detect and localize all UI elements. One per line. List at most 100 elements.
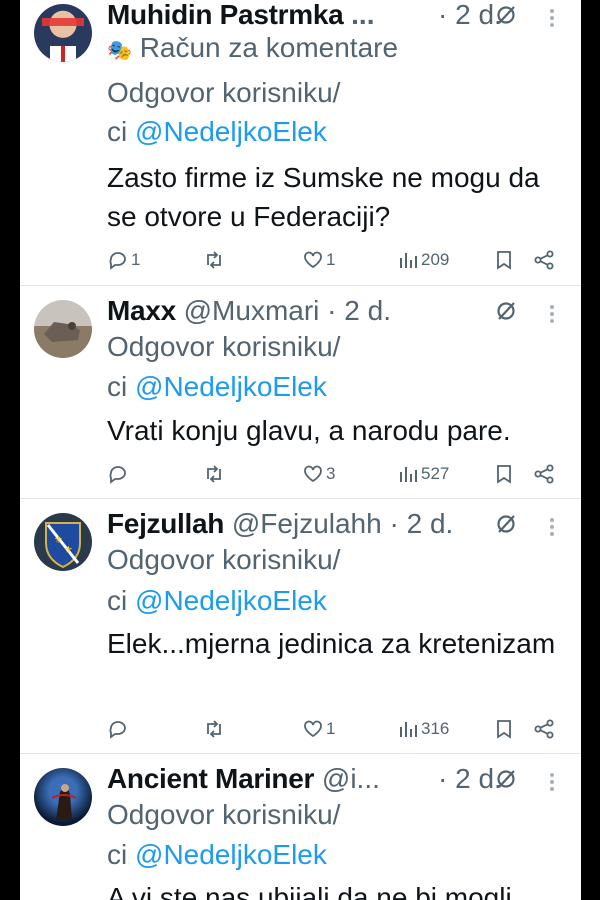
- separator-dot: ·: [438, 0, 448, 30]
- handle[interactable]: @Muxmari: [184, 295, 320, 326]
- timestamp-group: · 2 d.: [438, 762, 502, 796]
- reply-to-suffix: ci: [107, 839, 128, 870]
- svg-text:⚜: ⚜: [54, 535, 63, 546]
- reply-icon: [109, 466, 126, 484]
- grok-icon[interactable]: [495, 300, 517, 322]
- retweet-button[interactable]: [203, 462, 225, 486]
- handle[interactable]: @Fejzulahh: [232, 508, 382, 539]
- share-button[interactable]: [533, 717, 555, 741]
- avatar[interactable]: ⚜ ⚜: [34, 513, 92, 571]
- more-icon[interactable]: [548, 770, 556, 792]
- tweet-actions: 1 316: [107, 717, 567, 741]
- tweet-text: Vrati konju glavu, a narodu pare.: [107, 415, 511, 446]
- reply-to-label: Odgovor korisniku/: [107, 544, 341, 575]
- tweet-text: A vi ste nas ubijali da ne bi mogli: [107, 882, 512, 900]
- like-count: 3: [326, 464, 336, 483]
- display-name[interactable]: Maxx: [107, 295, 176, 326]
- reply-to-label: Odgovor korisniku/: [107, 331, 341, 362]
- more-icon[interactable]: [548, 6, 556, 28]
- timestamp[interactable]: 2 d.: [407, 508, 454, 539]
- views-icon: [400, 253, 417, 268]
- mention-link[interactable]: @NedeljkoElek: [135, 839, 327, 870]
- reply-count: 1: [131, 250, 141, 269]
- reply-to-suffix: ci: [107, 585, 128, 616]
- reply-to-suffix: ci: [107, 371, 128, 402]
- reply-to-label: Odgovor korisniku/: [107, 77, 341, 108]
- tweet[interactable]: ⚜ ⚜ Fejzullah @Fejzulahh · 2 d. Odgovor …: [20, 499, 581, 753]
- grok-icon[interactable]: [495, 4, 517, 26]
- timeline: Muhidin Pastrmka ... · 2 d. 🎭 Račun za k…: [20, 0, 581, 900]
- retweet-icon: [207, 465, 221, 483]
- display-name[interactable]: Ancient Mariner: [107, 763, 314, 794]
- view-count: 209: [421, 250, 450, 269]
- views-icon: [400, 467, 417, 482]
- tweet-text: Elek...mjerna jedinica za kretenizam: [107, 628, 556, 659]
- grok-icon[interactable]: [495, 513, 517, 535]
- tweet-actions: 1 1 209: [107, 248, 567, 272]
- bookmark-button[interactable]: [493, 717, 515, 741]
- tweet-header: Ancient Mariner @i...: [107, 762, 380, 796]
- mention-link[interactable]: @NedeljkoElek: [135, 371, 327, 402]
- like-button[interactable]: 1: [302, 717, 335, 741]
- views-button[interactable]: 527: [397, 462, 449, 486]
- bookmark-icon: [497, 720, 511, 739]
- mask-icon: 🎭: [107, 40, 132, 62]
- handle[interactable]: ...: [351, 0, 374, 30]
- share-button[interactable]: [533, 462, 555, 486]
- grok-icon[interactable]: [495, 768, 517, 790]
- reply-to-users: ci @NedeljkoElek: [107, 838, 327, 872]
- avatar-image: [42, 18, 84, 62]
- reply-to-label: Odgovor korisniku/: [107, 799, 341, 830]
- reply-to-users: ci @NedeljkoElek: [107, 370, 327, 404]
- like-button[interactable]: 1: [302, 248, 335, 272]
- heart-icon: [304, 465, 322, 483]
- community-label[interactable]: 🎭 Račun za komentare: [107, 31, 398, 68]
- retweet-button[interactable]: [203, 717, 225, 741]
- avatar[interactable]: [34, 768, 92, 826]
- community-name: Račun za komentare: [139, 32, 399, 63]
- avatar-image: [44, 322, 80, 342]
- tweet-text: Zasto firme iz Sumske ne mogu da se otvo…: [107, 162, 540, 232]
- timestamp[interactable]: 2 d.: [344, 295, 391, 326]
- tweet[interactable]: Maxx @Muxmari · 2 d. Odgovor korisniku/ …: [20, 286, 581, 498]
- separator-dot: ·: [327, 295, 337, 326]
- like-button[interactable]: 3: [302, 462, 335, 486]
- reply-button[interactable]: 1: [107, 248, 140, 272]
- share-icon: [534, 464, 554, 484]
- timestamp-group: · 2 d.: [438, 0, 502, 32]
- reply-button[interactable]: [107, 717, 131, 741]
- tweet[interactable]: Ancient Mariner @i... · 2 d. Odgovor kor…: [20, 754, 581, 900]
- more-icon[interactable]: [548, 515, 556, 537]
- like-count: 1: [326, 250, 336, 269]
- reply-button[interactable]: [107, 462, 131, 486]
- handle[interactable]: @i...: [322, 763, 380, 794]
- tweet-header: Maxx @Muxmari · 2 d.: [107, 294, 391, 328]
- bookmark-button[interactable]: [493, 462, 515, 486]
- retweet-button[interactable]: [203, 248, 225, 272]
- share-button[interactable]: [533, 248, 555, 272]
- reply-to-users: ci @NedeljkoElek: [107, 584, 327, 618]
- mention-link[interactable]: @NedeljkoElek: [135, 116, 327, 147]
- retweet-icon: [207, 720, 221, 738]
- more-icon[interactable]: [548, 302, 556, 324]
- avatar[interactable]: [34, 4, 92, 62]
- display-name[interactable]: Fejzullah: [107, 508, 224, 539]
- tweet-header: Muhidin Pastrmka ...: [107, 0, 374, 32]
- view-count: 316: [421, 719, 450, 738]
- reply-icon: [109, 721, 126, 739]
- tweet[interactable]: Muhidin Pastrmka ... · 2 d. 🎭 Račun za k…: [20, 0, 581, 285]
- retweet-icon: [207, 251, 221, 269]
- tweet-header: Fejzullah @Fejzulahh · 2 d.: [107, 507, 453, 541]
- views-button[interactable]: 209: [397, 248, 449, 272]
- bookmark-button[interactable]: [493, 248, 515, 272]
- bookmark-icon: [497, 465, 511, 484]
- bookmark-icon: [497, 251, 511, 270]
- mention-link[interactable]: @NedeljkoElek: [135, 585, 327, 616]
- share-icon: [534, 719, 554, 739]
- reply-icon: [109, 252, 126, 270]
- reply-to-users: ci @NedeljkoElek: [107, 115, 327, 149]
- display-name[interactable]: Muhidin Pastrmka: [107, 0, 344, 30]
- views-button[interactable]: 316: [397, 717, 449, 741]
- separator-dot: ·: [389, 508, 399, 539]
- avatar[interactable]: [34, 300, 92, 358]
